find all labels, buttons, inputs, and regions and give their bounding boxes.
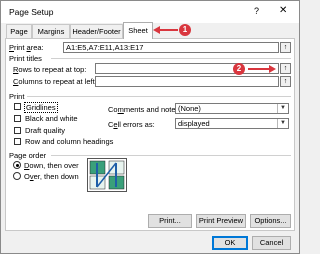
black-and-white-checkbox[interactable] xyxy=(14,115,21,122)
tab-page[interactable]: Page xyxy=(6,24,32,38)
down-then-over-radio[interactable] xyxy=(13,161,21,169)
chevron-down-icon: ▼ xyxy=(277,104,288,113)
down-then-over-label[interactable]: Down, then over xyxy=(24,161,79,170)
ok-button[interactable]: OK xyxy=(212,236,248,250)
cell-errors-select[interactable]: displayed ▼ xyxy=(175,118,289,129)
over-then-down-label[interactable]: Over, then down xyxy=(24,172,79,181)
page-order-illustration-icon xyxy=(87,158,127,192)
row-column-headings-checkbox[interactable] xyxy=(14,138,21,145)
rows-to-repeat-label: Rows to repeat at top: xyxy=(13,65,87,74)
annotation-marker-2: 2 xyxy=(233,63,245,75)
cell-errors-label: Cell errors as: xyxy=(108,120,155,129)
columns-to-repeat-label: Columns to repeat at left: xyxy=(13,77,97,86)
tab-sheet[interactable]: Sheet xyxy=(123,22,153,39)
comments-notes-select[interactable]: (None) ▼ xyxy=(175,103,289,114)
help-icon[interactable]: ? xyxy=(254,6,259,16)
print-area-collapse-icon[interactable]: ↑ xyxy=(280,42,291,53)
print-titles-heading: Print titles xyxy=(9,54,42,63)
page-order-divider xyxy=(51,155,291,156)
options-button[interactable]: Options... xyxy=(250,214,291,228)
black-and-white-label[interactable]: Black and white xyxy=(25,114,78,123)
annotation-arrow-2-icon xyxy=(248,65,276,73)
print-area-input[interactable]: A1:E5,A7:E11,A13:E17 xyxy=(63,42,279,53)
cancel-button[interactable]: Cancel xyxy=(252,236,291,250)
print-titles-divider xyxy=(51,58,291,59)
columns-to-repeat-input[interactable] xyxy=(95,76,279,87)
comments-notes-label: Comments and notes: xyxy=(108,105,182,114)
cell-errors-value: displayed xyxy=(178,119,210,128)
draft-quality-checkbox[interactable] xyxy=(14,127,21,134)
tab-header-footer[interactable]: Header/Footer xyxy=(70,24,123,38)
columns-collapse-icon[interactable]: ↑ xyxy=(280,76,291,87)
over-then-down-radio[interactable] xyxy=(13,172,21,180)
print-button[interactable]: Print... xyxy=(148,214,192,228)
page-order-heading: Page order xyxy=(9,151,47,160)
gridlines-label[interactable]: Gridlines xyxy=(24,102,58,113)
rows-collapse-icon[interactable]: ↑ xyxy=(280,63,291,74)
draft-quality-label[interactable]: Draft quality xyxy=(25,126,65,135)
print-heading: Print xyxy=(9,92,25,101)
print-preview-button[interactable]: Print Preview xyxy=(196,214,246,228)
print-divider xyxy=(27,96,291,97)
dialog-title: Page Setup xyxy=(9,7,54,17)
row-column-headings-label[interactable]: Row and column headings xyxy=(25,137,113,146)
close-icon[interactable]: ✕ xyxy=(279,5,287,16)
comments-notes-value: (None) xyxy=(178,104,201,113)
page-setup-dialog: Page Setup ? ✕ Page Margins Header/Foote… xyxy=(0,0,300,254)
chevron-down-icon: ▼ xyxy=(277,119,288,128)
print-area-label: Print area: xyxy=(9,43,44,52)
gridlines-checkbox[interactable] xyxy=(14,103,21,110)
tab-margins[interactable]: Margins xyxy=(32,24,70,38)
annotation-arrow-1-icon xyxy=(153,26,178,34)
annotation-marker-1: 1 xyxy=(179,24,191,36)
